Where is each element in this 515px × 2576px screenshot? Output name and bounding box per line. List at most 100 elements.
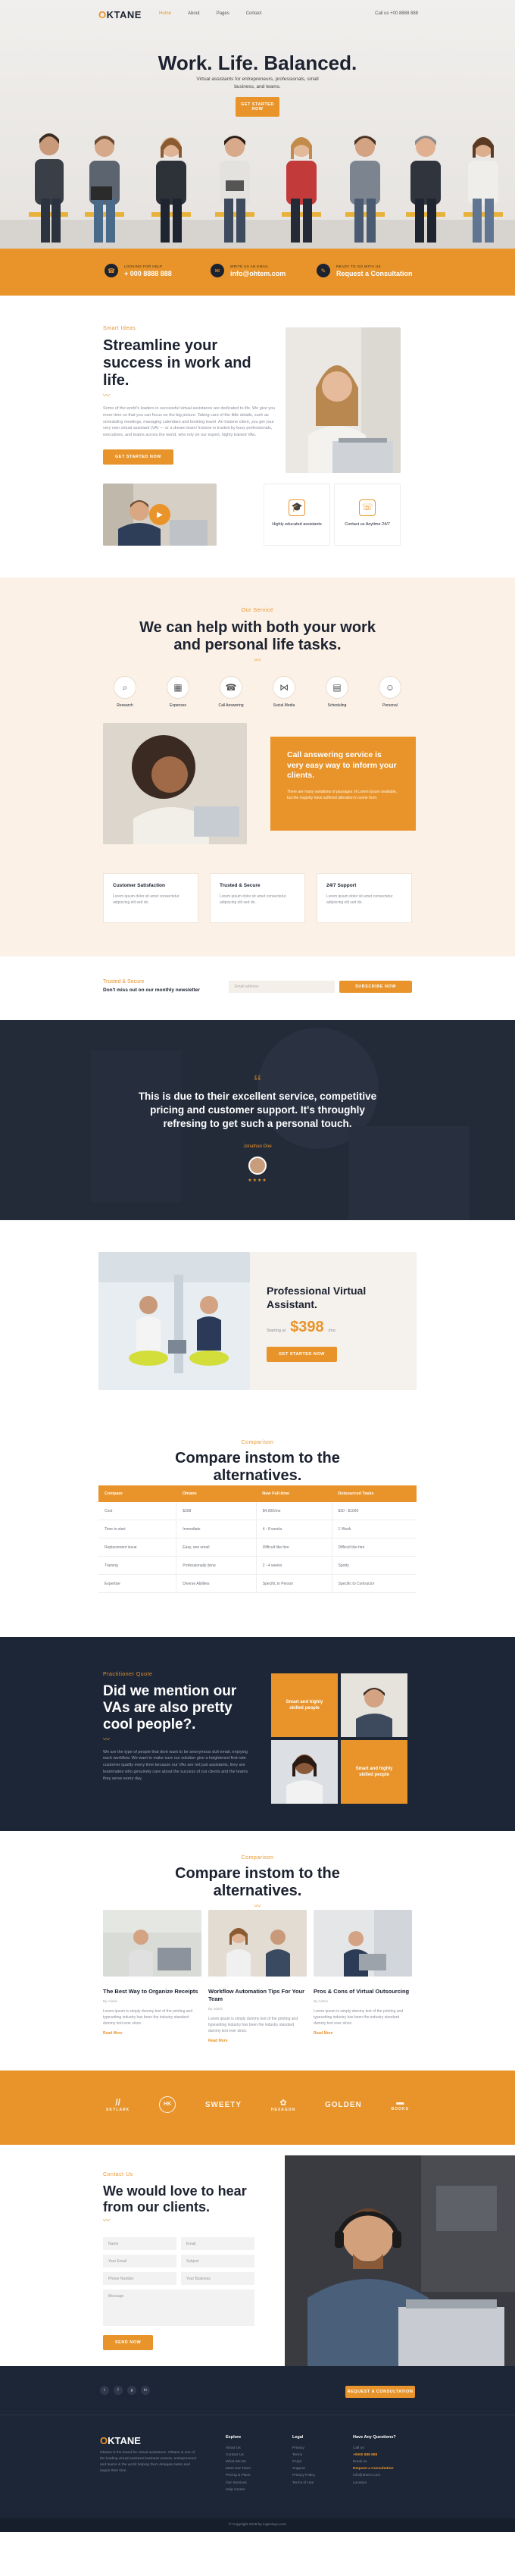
services-section: Our Service We can help with both your w…	[0, 577, 515, 956]
service-personal[interactable]: ☺ Personal	[371, 676, 409, 708]
about-cta-button[interactable]: Get started now	[103, 449, 173, 465]
footer-consultation-link[interactable]: Request a Consultation	[353, 2465, 396, 2472]
business-input[interactable]: Your Business	[181, 2272, 254, 2285]
table-header: New Full-time	[256, 1485, 332, 1502]
person-2	[85, 136, 124, 243]
footer-about: Ohtane is the brand for virtual assistan…	[100, 2451, 197, 2474]
pricing-cta-button[interactable]: Get started now	[267, 1347, 337, 1363]
contact-title: We would love to hear from our clients.	[103, 2183, 247, 2214]
blog-card-title[interactable]: Pros & Cons of Virtual Outsourcing	[314, 1988, 412, 1995]
footer-link[interactable]: Contact Us	[226, 2452, 251, 2459]
footer-link[interactable]: FAQs	[292, 2459, 315, 2465]
consultation-button[interactable]: Request a consultation	[345, 2386, 415, 2398]
service-research[interactable]: ⌕ Research	[106, 676, 144, 708]
footer-link[interactable]: Pricing & Plans	[226, 2472, 251, 2479]
contact-consult-value: Request a Consultation	[336, 269, 413, 277]
google-icon[interactable]: g	[127, 2386, 136, 2395]
send-button[interactable]: Send now	[103, 2335, 154, 2350]
nav-link-contact[interactable]: Contact	[246, 11, 262, 16]
feature-card-contact: ☏ Contact us Anytime 24/7	[334, 484, 401, 546]
subject-input[interactable]: Subject	[181, 2255, 254, 2268]
contact-email[interactable]: ✉ Write us an email info@ohtem.com	[211, 264, 286, 277]
hero-subtitle: Virtual assistants for entrepreneurs, pr…	[196, 77, 319, 90]
blog-card[interactable]: Workflow Automation Tips For Your Team B…	[208, 1910, 307, 2043]
footer-email[interactable]: info@ohtem.com	[353, 2472, 396, 2479]
client-logo-books[interactable]: ▬ BOOKS	[392, 2099, 409, 2111]
table-cell: Replacement issue	[98, 1538, 177, 1557]
client-logo-hk[interactable]: HK	[159, 2096, 176, 2113]
footer-phone[interactable]: +0000 888 888	[353, 2452, 396, 2459]
team-tile-1: Smart and highly skilled people	[271, 1673, 338, 1737]
hero-people-photo	[29, 133, 503, 243]
footer-link[interactable]: Terms	[292, 2452, 315, 2459]
footer-link[interactable]: Our Services	[226, 2480, 251, 2487]
blog-card-title[interactable]: Workflow Automation Tips For Your Team	[208, 1988, 307, 2003]
blog-card-image	[103, 1910, 201, 1977]
squiggle-icon: 〰	[254, 656, 261, 664]
newsletter-email-input[interactable]: Email address	[229, 981, 335, 993]
squiggle-icon: 〰	[103, 2217, 111, 2225]
contact-consult-label: Ready to go with us	[336, 264, 381, 268]
service-expenses[interactable]: ▦ Expenses	[159, 676, 197, 708]
message-textarea[interactable]: Message	[103, 2290, 254, 2326]
blog-card-meta: By Admin	[314, 1999, 329, 2003]
footer-link[interactable]: Help Center	[226, 2487, 251, 2493]
email-input[interactable]: Email	[181, 2237, 254, 2250]
footer-link[interactable]: What We Do	[226, 2459, 251, 2465]
contact-phone[interactable]: ☎ Looking for help + 000 8888 888	[105, 264, 172, 277]
read-more-link[interactable]: Read More	[103, 2031, 201, 2036]
name-input[interactable]: Name	[103, 2237, 176, 2250]
newsletter-title: Don't miss out on our monthly newsletter	[103, 988, 200, 993]
read-more-link[interactable]: Read More	[314, 2031, 412, 2036]
footer-link[interactable]: Privacy	[292, 2445, 315, 2452]
footer-link[interactable]: Support	[292, 2465, 315, 2472]
table-cell: Immediate	[176, 1520, 257, 1538]
testimonial-name: Jonathan Doe	[243, 1144, 272, 1149]
twitter-icon[interactable]: t	[100, 2386, 109, 2395]
client-logo-golden[interactable]: GOLDEN	[325, 2101, 362, 2109]
nav-link-pages[interactable]: Pages	[217, 11, 229, 16]
video-thumbnail[interactable]: ▶	[103, 484, 217, 546]
facebook-icon[interactable]: f	[114, 2386, 123, 2395]
blog-section: Comparison Compare instom to the alterna…	[0, 1831, 515, 2071]
footer-link[interactable]: Privacy Policy	[292, 2472, 315, 2479]
contact-kicker: Contact Us	[103, 2172, 133, 2177]
footer-logo[interactable]: OKTANE	[100, 2435, 141, 2446]
copyright: © Copyright 2018 by ingenioyo.com	[0, 2518, 515, 2532]
callbox-title: Call answering service is very easy way …	[287, 750, 397, 781]
client-logo-sweety[interactable]: SWEETY	[205, 2101, 242, 2109]
service-scheduling[interactable]: ▤ Scheduling	[318, 676, 356, 708]
newsletter-subscribe-button[interactable]: Subscribe now	[339, 981, 412, 993]
quote-icon: “	[253, 1072, 262, 1091]
contact-consult[interactable]: ✎ Ready to go with us Request a Consultat…	[317, 264, 413, 277]
client-logo-hexagon[interactable]: ✿ HEXAGON	[271, 2098, 295, 2112]
blog-card[interactable]: Pros & Cons of Virtual Outsourcing By Ad…	[314, 1910, 412, 2036]
squiggle-icon: 〰	[254, 1902, 261, 1910]
table-row: Expertise Diverse Abilities Specific to Pe…	[98, 1574, 417, 1593]
footer-link[interactable]: About Us	[226, 2445, 251, 2452]
footer-link[interactable]: Meet Our Team	[226, 2465, 251, 2472]
service-social-media[interactable]: ⋈ Social Media	[265, 676, 303, 708]
blog-card-title[interactable]: The Best Way to Organize Receipts	[103, 1988, 201, 1995]
phone-input[interactable]: Phone Number	[103, 2272, 176, 2285]
nav-phone[interactable]: Call us +00 8888 888	[375, 11, 418, 16]
table-cell: $4,000/mo	[256, 1502, 332, 1520]
contact-bar: ☎ Looking for help + 000 8888 888 ✉ Write…	[0, 249, 515, 296]
blog-card[interactable]: The Best Way to Organize Receipts By Adm…	[103, 1910, 201, 2036]
play-icon[interactable]: ▶	[149, 504, 170, 525]
footer-info: Location	[353, 2481, 367, 2485]
logo[interactable]: OKTANE	[98, 9, 142, 20]
service-list: ⌕ Research ▦ Expenses ☎ Call Answering ⋈ Soc…	[106, 676, 409, 708]
nav-link-about[interactable]: About	[188, 11, 200, 16]
nav-link-home[interactable]: Home	[159, 11, 171, 16]
footer-link[interactable]: Terms of Use	[292, 2480, 315, 2487]
person-3	[151, 137, 191, 243]
client-logo-skylark[interactable]: //SKYLARK	[106, 2097, 130, 2112]
service-call-answering[interactable]: ☎ Call Answering	[212, 676, 250, 708]
linkedin-icon[interactable]: in	[141, 2386, 150, 2395]
testimonial-section: “ This is due to their excellent service…	[0, 1020, 515, 1220]
your-email-input[interactable]: Your Email	[103, 2255, 176, 2268]
blog-card-desc: Lorem ipsum is simply dummy text of the …	[103, 2008, 193, 2026]
read-more-link[interactable]: Read More	[208, 2039, 307, 2043]
feature-customer-satisfaction: Customer Satisfaction Lorem ipsum dolor …	[103, 873, 198, 923]
